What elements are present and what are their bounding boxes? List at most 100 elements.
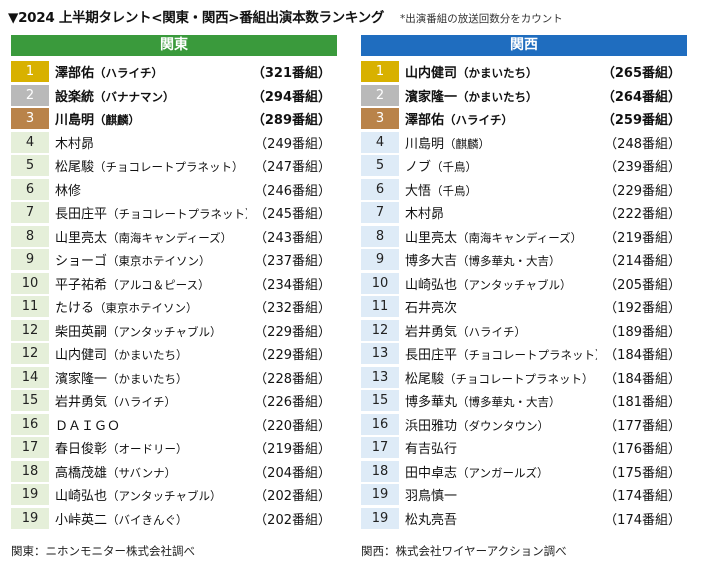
talent-group: （バイきんぐ） (107, 512, 188, 527)
talent-group: （アンタッチャブル） (107, 489, 222, 504)
ranking-row: 12 岩井勇気（ハライチ） （189番組） (361, 319, 687, 343)
talent-name: 澤部佑 (405, 113, 445, 129)
talent-name-cell: 岩井勇気（ハライチ） (55, 391, 247, 410)
program-count: （220番組） (254, 418, 331, 434)
talent-name-cell: 小峠英二（バイきんぐ） (55, 509, 247, 528)
talent-name-cell: たける（東京ホテイソン） (55, 297, 247, 316)
ranking-row: 3 川島明（麒麟） （289番組） (11, 107, 337, 131)
talent-group: （東京ホテイソン） (94, 301, 198, 316)
talent-name-cell: 大悟（千鳥） (405, 180, 597, 199)
talent-group: （ハライチ） (94, 66, 164, 81)
talent-group: （かまいたち） (107, 348, 188, 363)
talent-name: 田中卓志 (405, 465, 458, 481)
rank-number: 8 (361, 225, 399, 247)
talent-name-cell: 長田庄平（チョコレートプラネット） (405, 344, 597, 363)
talent-group: （チョコレートプラネット） (444, 371, 594, 386)
rank-number: 6 (361, 178, 399, 200)
rank-number: 11 (361, 296, 399, 318)
rank-number: 1 (11, 61, 49, 83)
program-count: （245番組） (254, 207, 331, 223)
ranking-row: 7 長田庄平（チョコレートプラネット） （245番組） (11, 201, 337, 225)
kanto-rows: 1 澤部佑（ハライチ） （321番組） 2 設楽統（バナナマン） （294番組） 3 川島明（… (11, 60, 337, 530)
ranking-row: 3 澤部佑（ハライチ） （259番組） (361, 107, 687, 131)
talent-name: 山内健司 (55, 348, 108, 364)
rank-number: 14 (11, 366, 49, 388)
talent-name: 川島明 (405, 136, 445, 152)
rank-number: 3 (11, 108, 49, 130)
talent-group: （チョコレートプラネット） (457, 348, 597, 363)
program-count: （177番組） (604, 418, 681, 434)
talent-group: （アルコ＆ピース） (107, 277, 210, 292)
program-count: （205番組） (604, 277, 681, 293)
talent-name-cell: 博多大吉（博多華丸・大吉） (405, 250, 597, 269)
talent-group: （アンタッチャブル） (107, 324, 222, 339)
talent-name: ＤＡＩＧＯ (55, 418, 121, 434)
program-count: （321番組） (251, 66, 331, 82)
talent-name: 設楽統 (55, 89, 95, 105)
talent-name: 山崎弘也 (55, 489, 108, 505)
ranking-document: ▼2024 上半期タレント<関東・関西>番組出演本数ランキング *出演番組の放送… (0, 0, 701, 572)
ranking-row: 6 林修 （246番組） (11, 178, 337, 202)
program-count: （247番組） (254, 160, 331, 176)
talent-name: 山里亮太 (55, 230, 108, 246)
talent-group: （千鳥） (431, 160, 478, 175)
talent-name: 浜田雅功 (405, 418, 458, 434)
talent-name-cell: 木村昴 (55, 133, 247, 152)
talent-name: 松尾駿 (55, 160, 95, 176)
rank-number: 12 (11, 343, 49, 365)
ranking-row: 8 山里亮太（南海キャンディーズ） （243番組） (11, 225, 337, 249)
talent-name-cell: 松尾駿（チョコレートプラネット） (55, 156, 247, 175)
program-count: （239番組） (604, 160, 681, 176)
program-count: （232番組） (254, 301, 331, 317)
program-count: （289番組） (251, 113, 331, 129)
rank-number: 16 (11, 413, 49, 435)
talent-group: （かまいたち） (457, 89, 538, 104)
ranking-row: 11 たける（東京ホテイソン） （232番組） (11, 295, 337, 319)
rank-number: 13 (361, 343, 399, 365)
program-count: （226番組） (254, 395, 331, 411)
talent-name-cell: 澤部佑（ハライチ） (55, 62, 247, 81)
ranking-row: 1 澤部佑（ハライチ） （321番組） (11, 60, 337, 84)
program-count: （243番組） (254, 230, 331, 246)
ranking-row: 12 柴田英嗣（アンタッチャブル） （229番組） (11, 319, 337, 343)
talent-group: （南海キャンディーズ） (457, 230, 583, 245)
talent-name: 石井亮次 (405, 301, 458, 317)
rank-number: 19 (361, 507, 399, 529)
program-count: （219番組） (254, 442, 331, 458)
talent-name-cell: 松丸亮吾 (405, 509, 597, 528)
talent-name-cell: 川島明（麒麟） (55, 109, 247, 128)
rank-number: 4 (11, 131, 49, 153)
ranking-row: 15 岩井勇気（ハライチ） （226番組） (11, 389, 337, 413)
rank-number: 3 (361, 108, 399, 130)
talent-group: （麒麟） (94, 113, 141, 128)
rank-number: 18 (361, 460, 399, 482)
program-count: （219番組） (604, 230, 681, 246)
program-count: （175番組） (604, 465, 681, 481)
ranking-row: 19 山崎弘也（アンタッチャブル） （202番組） (11, 483, 337, 507)
rank-number: 19 (11, 507, 49, 529)
ranking-row: 11 石井亮次 （192番組） (361, 295, 687, 319)
rank-number: 5 (11, 155, 49, 177)
rank-number: 10 (11, 272, 49, 294)
program-count: （202番組） (254, 512, 331, 528)
talent-name: 山内健司 (405, 66, 458, 82)
talent-group: （サバンナ） (107, 465, 177, 480)
talent-group: （チョコレートプラネット） (107, 207, 247, 222)
rank-number: 12 (11, 319, 49, 341)
ranking-row: 15 博多華丸（博多華丸・大吉） （181番組） (361, 389, 687, 413)
talent-group: （かまいたち） (107, 371, 188, 386)
program-count: （265番組） (601, 66, 681, 82)
rank-number: 17 (361, 437, 399, 459)
ranking-row: 12 山内健司（かまいたち） （229番組） (11, 342, 337, 366)
talent-name-cell: 松尾駿（チョコレートプラネット） (405, 368, 597, 387)
talent-name-cell: 博多華丸（博多華丸・大吉） (405, 391, 597, 410)
rank-number: 5 (361, 155, 399, 177)
ranking-row: 2 濱家隆一（かまいたち） （264番組） (361, 84, 687, 108)
talent-name-cell: 川島明（麒麟） (405, 133, 597, 152)
rank-number: 7 (11, 202, 49, 224)
talent-name: ノブ (405, 160, 432, 176)
rank-number: 18 (11, 460, 49, 482)
ranking-row: 19 羽鳥慎一 （174番組） (361, 483, 687, 507)
talent-name-cell: 山里亮太（南海キャンディーズ） (55, 227, 247, 246)
program-count: （249番組） (254, 136, 331, 152)
